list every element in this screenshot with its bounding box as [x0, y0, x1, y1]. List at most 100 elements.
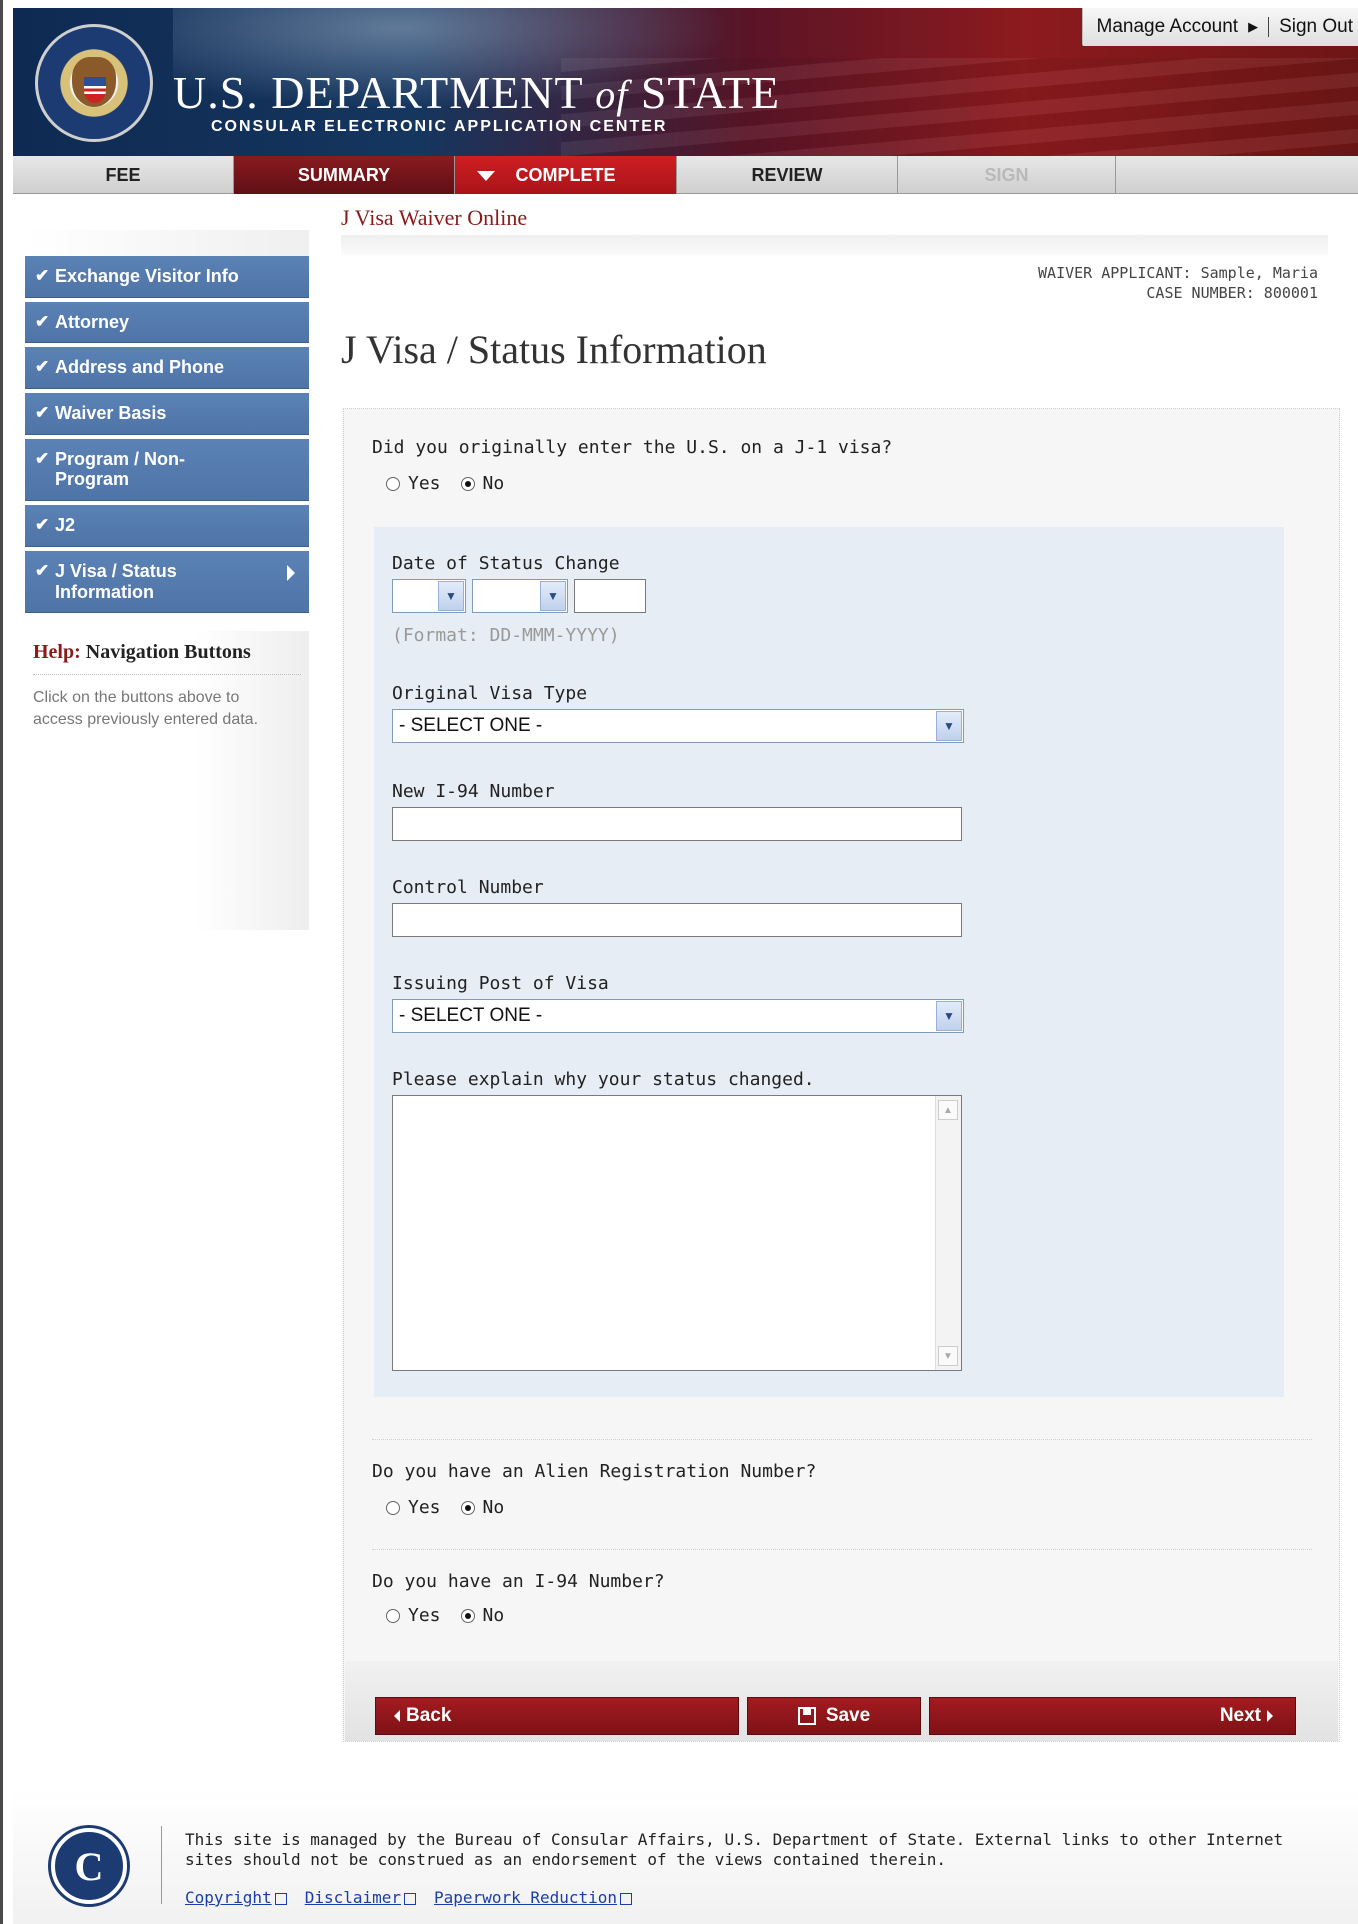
chevron-down-icon: ▼ [438, 581, 464, 611]
arrow-right-icon [1267, 1710, 1273, 1722]
i94-radio-group: Yes No [386, 1605, 504, 1626]
sidebar-item-program-non-program[interactable]: ✔ Program / Non-Program [25, 438, 309, 502]
page-title: J Visa / Status Information [341, 327, 767, 372]
sidebar: ✔ Exchange Visitor Info ✔ Attorney ✔ Add… [25, 256, 309, 931]
next-button-label: Next [1219, 1705, 1261, 1726]
help-heading: Navigation Buttons [85, 641, 251, 664]
sidebar-item-label: Exchange Visitor Info [55, 266, 239, 286]
alien-registration-yes-radio[interactable] [386, 1500, 400, 1515]
status-change-month-select[interactable]: ▼ [472, 579, 568, 613]
radio-yes-label: Yes [408, 1497, 441, 1518]
footer-divider [161, 1826, 162, 1904]
button-bar: Back Save Next [345, 1661, 1338, 1741]
date-of-status-change-label: Date of Status Change [392, 553, 620, 574]
sidebar-item-attorney[interactable]: ✔ Attorney [25, 301, 309, 344]
sidebar-item-label: Attorney [55, 311, 130, 332]
i94-yes-radio[interactable] [386, 1608, 400, 1623]
explain-status-textarea[interactable]: ▲ ▼ [392, 1095, 962, 1371]
question-i94-number: Do you have an I-94 Number? [372, 1571, 665, 1592]
paperwork-reduction-link-label[interactable]: Paperwork Reduction [434, 1888, 617, 1907]
date-format-hint: (Format: DD-MMM-YYYY) [392, 625, 620, 646]
j1-entry-radio-group: Yes No [386, 473, 504, 494]
question-alien-registration: Do you have an Alien Registration Number… [372, 1461, 817, 1482]
breadcrumb: J Visa Waiver Online [341, 205, 528, 230]
help-text: Click on the buttons above to access pre… [33, 689, 259, 728]
shield-icon [84, 77, 106, 103]
check-icon: ✔ [35, 357, 50, 377]
tab-review[interactable]: REVIEW [677, 156, 898, 194]
footer-disclaimer: This site is managed by the Bureau of Co… [185, 1830, 1284, 1869]
status-change-day-select[interactable]: ▼ [392, 579, 466, 613]
explain-status-label: Please explain why your status changed. [392, 1069, 815, 1090]
next-button[interactable]: Next [929, 1697, 1296, 1735]
original-visa-type-value: - SELECT ONE - [399, 715, 543, 736]
issuing-post-select[interactable]: - SELECT ONE - ▼ [392, 999, 964, 1033]
external-link-icon [274, 1892, 287, 1905]
save-button[interactable]: Save [747, 1697, 921, 1735]
sidebar-item-j-visa-status-information[interactable]: ✔ J Visa / Status Information [25, 550, 309, 614]
department-subtitle: CONSULAR ELECTRONIC APPLICATION CENTER [211, 118, 668, 135]
title-state: STATE [640, 67, 781, 118]
status-change-panel: Date of Status Change ▼ ▼ (Format: DD-MM… [374, 527, 1284, 1397]
sign-out-link[interactable]: Sign Out [1279, 16, 1353, 38]
control-number-label: Control Number [392, 877, 544, 898]
question-j1-entry: Did you originally enter the U.S. on a J… [372, 437, 893, 458]
sidebar-item-label: Waiver Basis [55, 403, 167, 424]
issuing-post-label: Issuing Post of Visa [392, 973, 609, 994]
radio-no-label: No [482, 1605, 505, 1626]
account-bar-divider [1268, 17, 1270, 37]
scroll-down-icon[interactable]: ▼ [938, 1346, 958, 1366]
check-icon: ✔ [35, 403, 50, 423]
sidebar-item-address-and-phone[interactable]: ✔ Address and Phone [25, 347, 309, 390]
external-link-icon [404, 1892, 417, 1905]
original-visa-type-select[interactable]: - SELECT ONE - ▼ [392, 709, 964, 743]
title-main: U.S. DEPARTMENT [173, 67, 583, 118]
account-bar: Manage Account ▶ Sign Out [1081, 8, 1358, 46]
disclaimer-link-label[interactable]: Disclaimer [305, 1888, 401, 1907]
scroll-up-icon[interactable]: ▲ [938, 1100, 958, 1120]
sidebar-top-shade [25, 230, 309, 256]
copyright-link-label[interactable]: Copyright [185, 1888, 272, 1907]
help-title: Help: Navigation Buttons [33, 641, 301, 676]
manage-account-link[interactable]: Manage Account [1097, 16, 1239, 38]
help-box: Help: Navigation Buttons Click on the bu… [25, 631, 309, 931]
copyright-link[interactable]: Copyright [185, 1888, 287, 1907]
consular-affairs-logo: C [51, 1828, 127, 1904]
new-i94-number-input[interactable] [392, 807, 962, 841]
tab-sign: SIGN [898, 156, 1116, 194]
control-number-input[interactable] [392, 903, 962, 937]
tab-summary[interactable]: SUMMARY [234, 156, 455, 194]
sidebar-item-label: J Visa / Status Information [55, 560, 177, 602]
divider [372, 1549, 1312, 1550]
department-title: U.S. DEPARTMENT of STATE [173, 66, 780, 119]
alien-registration-no-radio[interactable] [460, 1500, 475, 1515]
sidebar-item-waiver-basis[interactable]: ✔ Waiver Basis [25, 393, 309, 435]
tab-complete[interactable]: COMPLETE [455, 156, 677, 194]
title-of: of [595, 72, 629, 117]
check-icon: ✔ [35, 448, 50, 468]
disclaimer-link[interactable]: Disclaimer [305, 1888, 417, 1907]
sidebar-item-label: Address and Phone [55, 357, 225, 378]
new-i94-number-label: New I-94 Number [392, 781, 555, 802]
j1-entry-yes-radio[interactable] [386, 476, 400, 491]
paperwork-reduction-link[interactable]: Paperwork Reduction [434, 1888, 633, 1907]
tab-fee[interactable]: FEE [13, 156, 234, 194]
arrow-right-icon [287, 564, 295, 581]
back-button[interactable]: Back [375, 1697, 739, 1735]
sidebar-item-label: Program / Non-Program [55, 448, 186, 490]
save-button-label: Save [825, 1705, 871, 1726]
radio-yes-label: Yes [408, 473, 441, 494]
chevron-down-icon: ▼ [936, 1001, 962, 1031]
sidebar-item-exchange-visitor-info[interactable]: ✔ Exchange Visitor Info [25, 256, 309, 298]
applicant-name: WAIVER APPLICANT: Sample, Maria [1038, 264, 1318, 282]
help-prefix: Help: [33, 641, 81, 664]
j1-entry-no-radio[interactable] [460, 476, 475, 491]
i94-no-radio[interactable] [460, 1608, 475, 1623]
radio-no-label: No [482, 473, 505, 494]
status-change-year-input[interactable] [574, 579, 646, 613]
textarea-scrollbar[interactable]: ▲ ▼ [935, 1096, 961, 1370]
external-link-icon [620, 1892, 633, 1905]
sidebar-item-label: J2 [55, 515, 76, 536]
caret-down-icon [477, 171, 495, 181]
sidebar-item-j2[interactable]: ✔ J2 [25, 505, 309, 547]
